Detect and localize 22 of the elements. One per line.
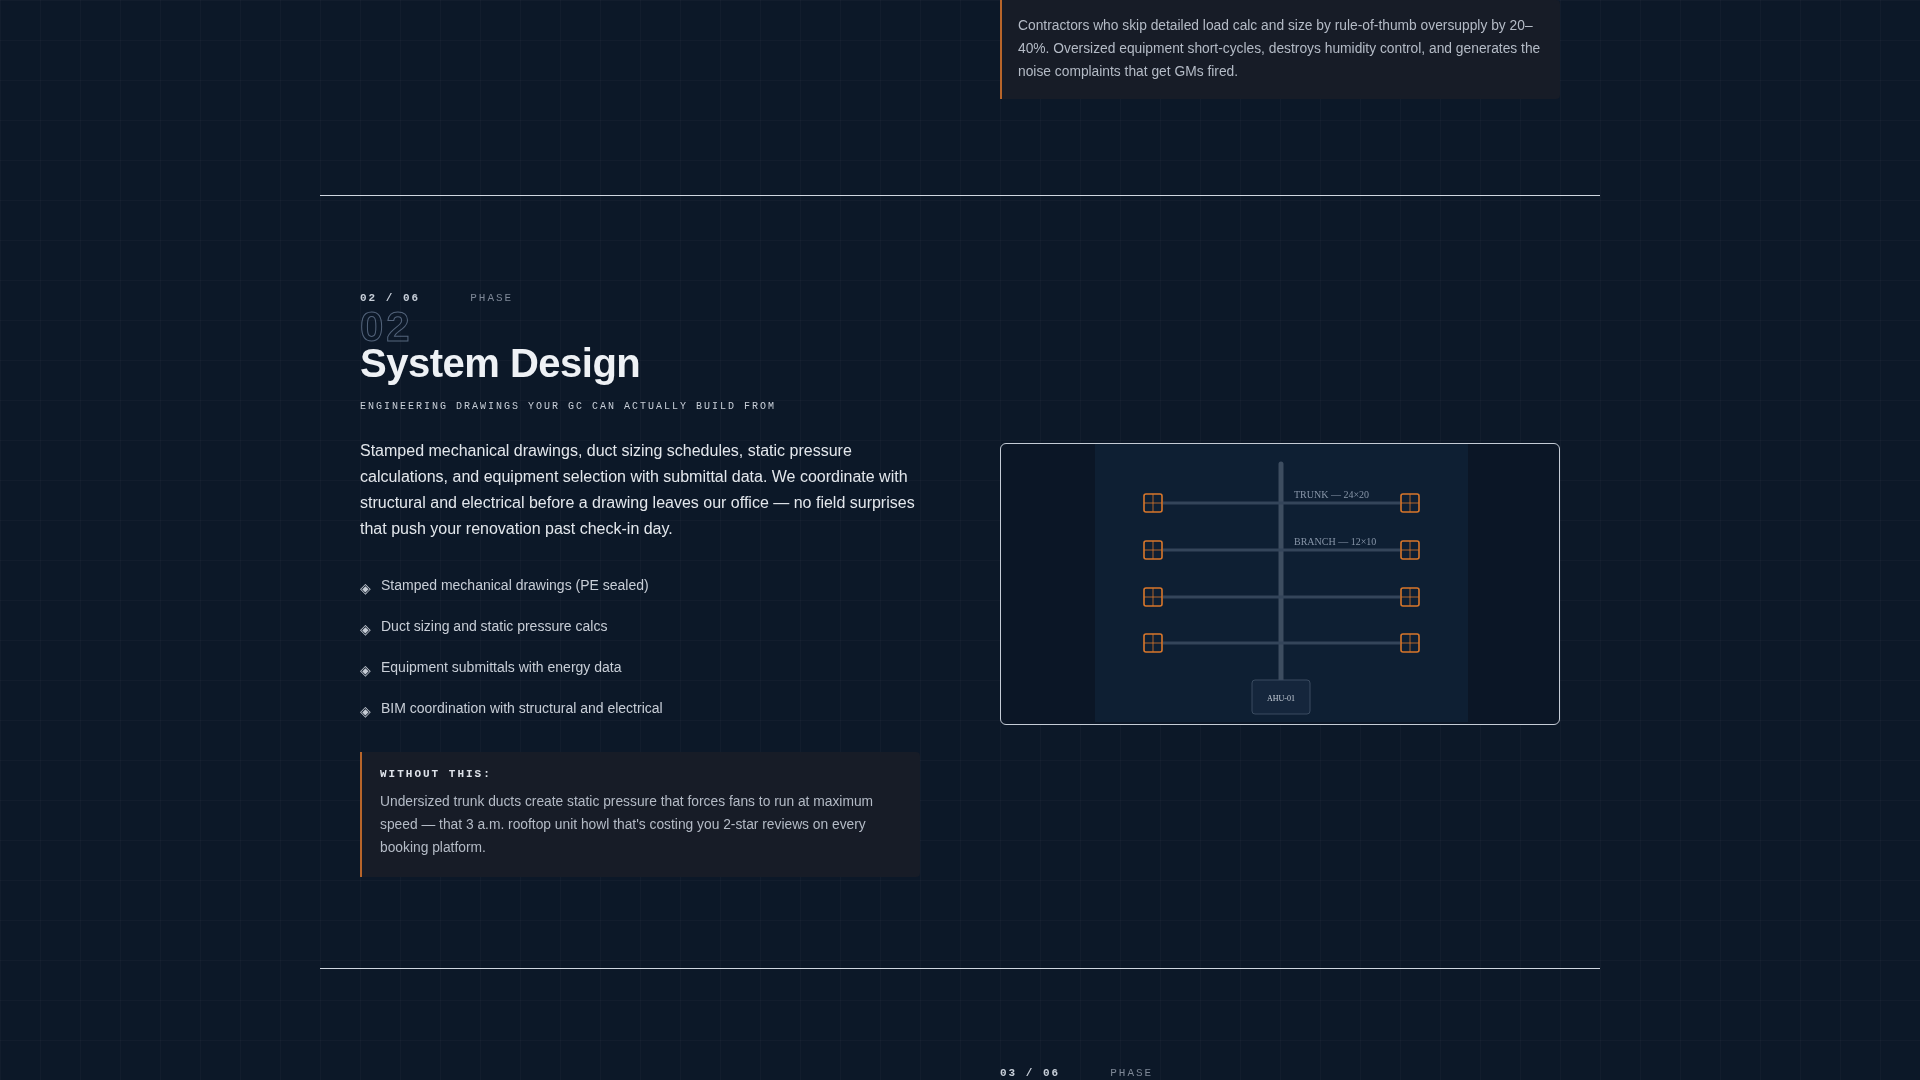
- phase-counter: 02 / 06: [360, 292, 421, 304]
- phase-tag: PHASE: [1110, 1067, 1154, 1079]
- deliverable-item: BIM coordination with structural and electrical: [381, 699, 663, 718]
- diamond-bullet-icon: ◈: [360, 577, 371, 599]
- warning-text: Contractors who skip detailed load calc and size by rule-of-thumb oversupply by 20–40%. Oversized equipment short-cycles, destroys humidity control, and generates the noise complaints that get GMs fired.: [1018, 17, 1542, 81]
- phase-number: 02: [360, 309, 413, 345]
- diamond-bullet-icon: ◈: [360, 659, 371, 681]
- deliverable-item: Stamped mechanical drawings (PE sealed): [381, 576, 649, 595]
- section-description: Stamped mechanical drawings, duct sizing schedules, static pressure calculations, and equipment selection with submittal data. We coordinate with structural and electrical before a drawing leaves our office — no field surprises that push your renovation past check-in day.: [360, 441, 916, 539]
- warning-label: WITHOUT THIS:: [380, 768, 493, 780]
- trunk-label: TRUNK — 24×20: [1294, 489, 1370, 500]
- phase-tag: PHASE: [470, 292, 514, 304]
- warning-text: Undersized trunk ducts create static pressure that forces fans to run at maximum speed — that 3 a.m. rooftop unit howl that's costing you 2-star reviews on every booking platform.: [380, 793, 875, 857]
- phase-counter: 03 / 06: [1000, 1067, 1061, 1079]
- deliverable-item: Duct sizing and static pressure calcs: [381, 617, 608, 636]
- branch-label: BRANCH — 12×10: [1294, 536, 1377, 547]
- section-subtitle: ENGINEERING DRAWINGS YOUR GC CAN ACTUALLY BUILD FROM: [360, 401, 778, 412]
- unit-label: AHU-01: [1267, 694, 1295, 703]
- diamond-bullet-icon: ◈: [360, 618, 371, 640]
- section-title: System Design: [360, 343, 641, 383]
- deliverable-item: Equipment submittals with energy data: [381, 658, 622, 677]
- diamond-bullet-icon: ◈: [360, 700, 371, 722]
